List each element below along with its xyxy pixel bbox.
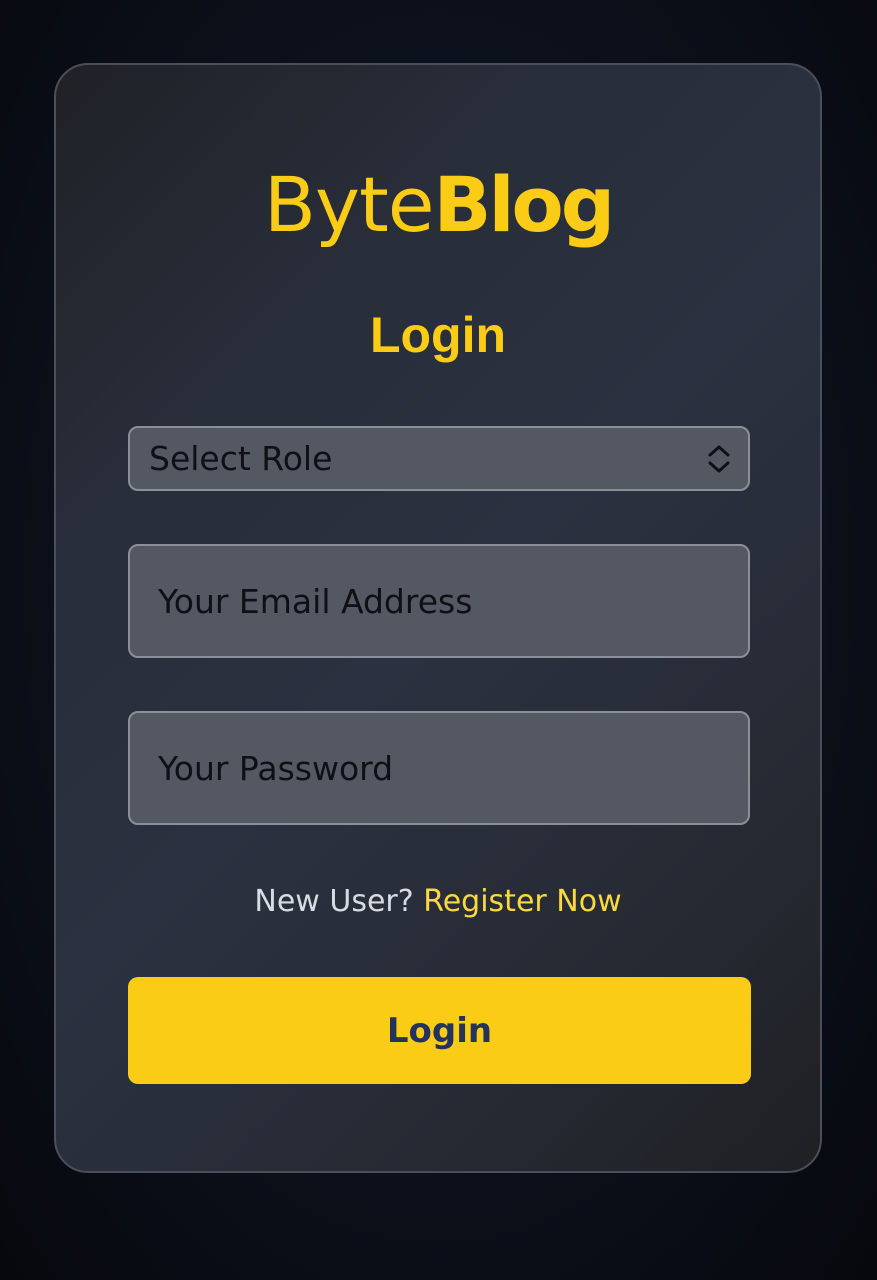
brand-logo-part2: Blog bbox=[433, 160, 616, 249]
login-card: ByteBlog Login Select Role New User? Reg… bbox=[54, 63, 822, 1173]
brand-logo: ByteBlog bbox=[56, 160, 820, 250]
email-field[interactable] bbox=[130, 546, 748, 656]
login-button[interactable]: Login bbox=[128, 977, 751, 1084]
register-prompt: New User? Register Now bbox=[56, 881, 820, 923]
password-field[interactable] bbox=[130, 713, 748, 823]
register-link[interactable]: Register Now bbox=[423, 884, 621, 919]
role-select[interactable]: Select Role bbox=[128, 426, 750, 491]
chevron-updown-icon bbox=[708, 445, 730, 473]
email-field-wrapper bbox=[128, 544, 750, 658]
register-prompt-text: New User? bbox=[254, 884, 414, 919]
role-select-value: Select Role bbox=[149, 439, 333, 478]
page-title: Login bbox=[369, 307, 507, 363]
password-field-wrapper bbox=[128, 711, 750, 825]
brand-logo-part1: Byte bbox=[263, 160, 435, 249]
